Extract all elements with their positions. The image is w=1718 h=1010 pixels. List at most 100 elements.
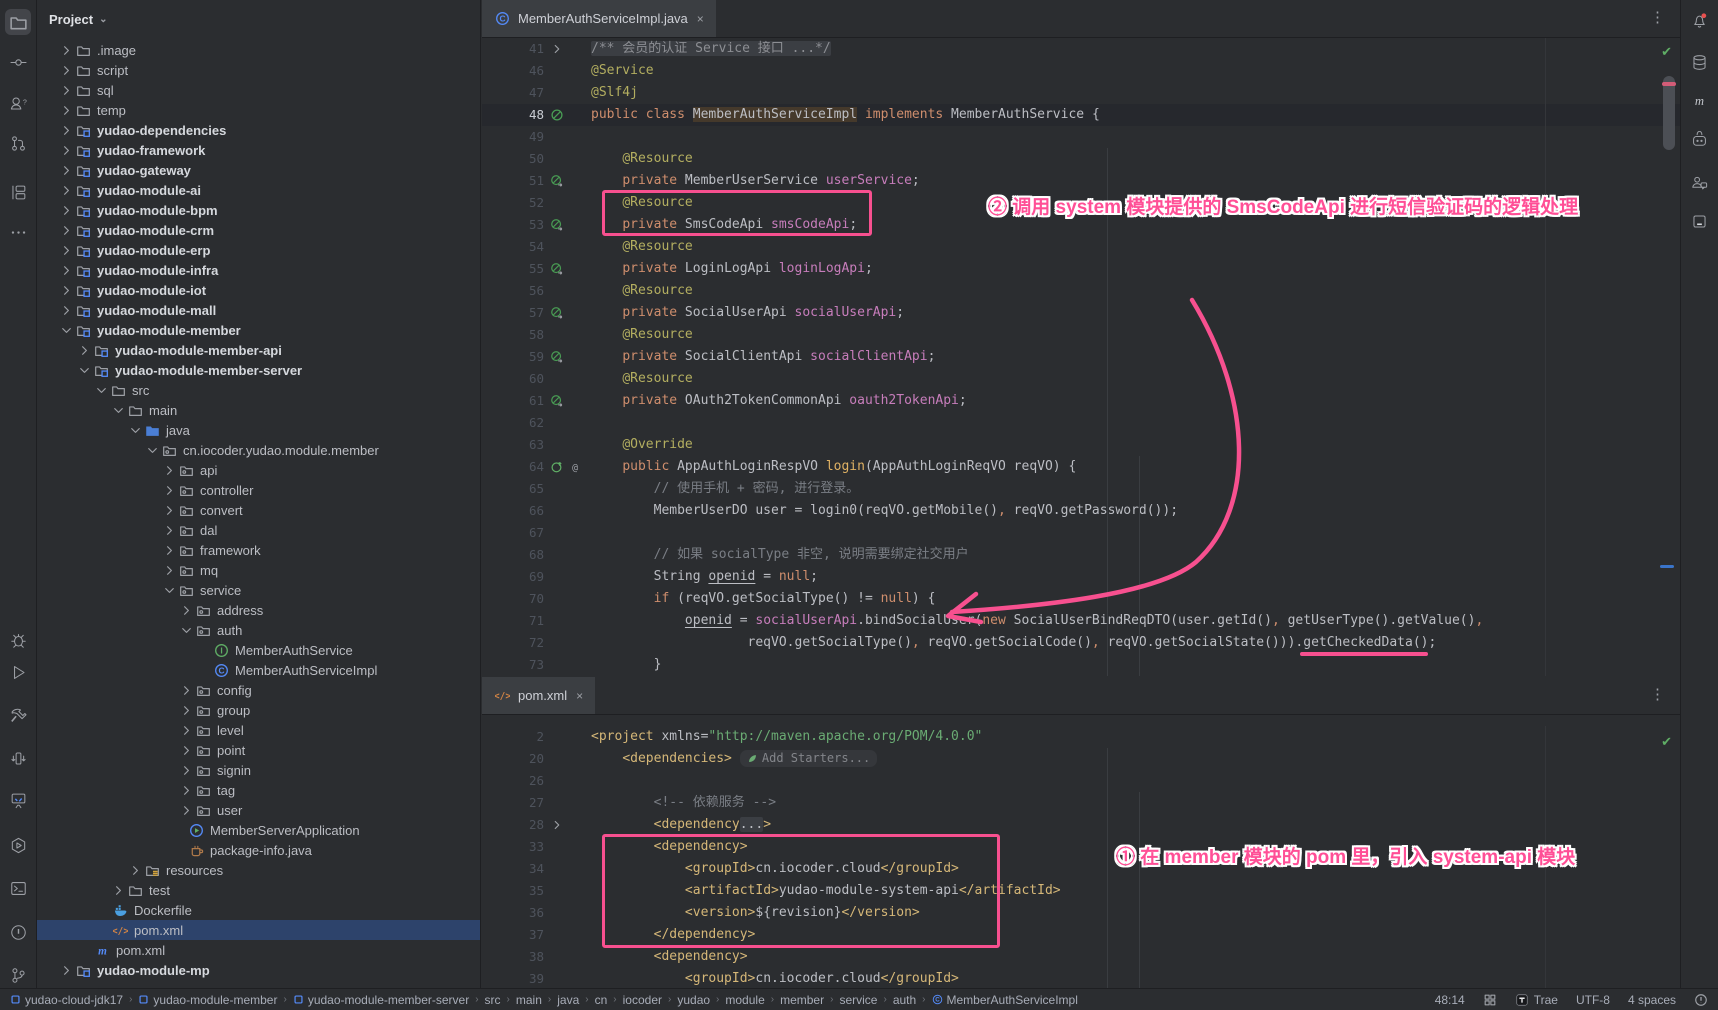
tree-item-resources[interactable]: resources (37, 860, 480, 880)
tree-item-yudao-module-bpm[interactable]: yudao-module-bpm (37, 200, 480, 220)
tree-item-test[interactable]: test (37, 880, 480, 900)
project-folder-icon[interactable] (5, 9, 31, 35)
fold-chevron-icon[interactable] (548, 817, 566, 833)
tree-item-yudao-module-member[interactable]: yudao-module-member (37, 320, 480, 340)
database-icon[interactable] (1687, 49, 1713, 75)
tree-item-config[interactable]: config (37, 680, 480, 700)
structure-icon[interactable] (5, 179, 31, 205)
commit-icon[interactable] (5, 49, 31, 75)
profiler-icon[interactable] (5, 745, 31, 771)
tree-item-group[interactable]: group (37, 700, 480, 720)
tab-pom-xml[interactable]: </> pom.xml × (482, 677, 595, 714)
tree-item-dal[interactable]: dal (37, 520, 480, 540)
tree-item-package-info-java[interactable]: package-info.java (37, 840, 480, 860)
tree-item-yudao-dependencies[interactable]: yudao-dependencies (37, 120, 480, 140)
tree-item-yudao-module-crm[interactable]: yudao-module-crm (37, 220, 480, 240)
tree-item-dockerfile[interactable]: Dockerfile (37, 900, 480, 920)
tab-memberauthserviceimpl-java[interactable]: C MemberAuthServiceImpl.java × (482, 0, 716, 37)
close-tab-icon[interactable]: × (576, 689, 583, 703)
tree-item-convert[interactable]: convert (37, 500, 480, 520)
breadcrumb-item-yudao[interactable]: yudao (677, 993, 710, 1007)
tree-item-point[interactable]: point (37, 740, 480, 760)
run-anything-icon[interactable] (5, 832, 31, 858)
java-code-editor[interactable]: 41/** 会员的认证 Service 接口 ...*/46@Service47… (482, 38, 1680, 676)
project-panel-header[interactable]: Project ⌄ (37, 0, 480, 38)
build-tool-icon[interactable] (1483, 993, 1497, 1007)
tree-item-yudao-module-erp[interactable]: yudao-module-erp (37, 240, 480, 260)
breadcrumb-item-yudao-module-member-server[interactable]: yudao-module-member-server (293, 993, 469, 1007)
beanArrow-gutter-icon[interactable] (548, 217, 566, 233)
tree-item-yudao-module-mp[interactable]: yudao-module-mp (37, 960, 480, 980)
tree-item-yudao-module-infra[interactable]: yudao-module-infra (37, 260, 480, 280)
indent-setting[interactable]: 4 spaces (1628, 993, 1676, 1007)
maven-icon[interactable]: m (1687, 87, 1713, 113)
beanArrow-gutter-icon[interactable] (548, 261, 566, 277)
tree-item-address[interactable]: address (37, 600, 480, 620)
notifications-icon[interactable] (1687, 7, 1713, 33)
ai-assistant-icon[interactable] (1687, 127, 1713, 153)
pom-code-editor[interactable]: 2<project xmlns="http://maven.apache.org… (482, 726, 1680, 988)
at-gutter-icon[interactable]: @ (566, 459, 584, 475)
breadcrumb-item-src[interactable]: src (485, 993, 501, 1007)
more-options-icon[interactable]: ⋮ (1650, 8, 1666, 26)
tree-item-level[interactable]: level (37, 720, 480, 740)
more-tool-windows-icon[interactable] (5, 219, 31, 245)
breadcrumb-item-yudao-cloud-jdk17[interactable]: yudao-cloud-jdk17 (10, 993, 123, 1007)
inspections-ok-icon[interactable]: ✔ (1661, 44, 1672, 60)
caret-position[interactable]: 48:14 (1435, 993, 1465, 1007)
trae-indicator[interactable]: Trae (1515, 993, 1558, 1007)
run-icon[interactable] (5, 659, 31, 685)
tree-item-service[interactable]: service (37, 580, 480, 600)
code-with-me-icon[interactable] (1687, 169, 1713, 195)
breadcrumb-item-cn[interactable]: cn (595, 993, 608, 1007)
tree-item-memberauthserviceimpl[interactable]: CMemberAuthServiceImpl (37, 660, 480, 680)
tree-item-auth[interactable]: auth (37, 620, 480, 640)
breadcrumb-item-iocoder[interactable]: iocoder (623, 993, 662, 1007)
ovr-gutter-icon[interactable] (548, 459, 566, 475)
tree-item--image[interactable]: .image (37, 40, 480, 60)
services-icon[interactable] (5, 787, 31, 813)
tree-item-yudao-framework[interactable]: yudao-framework (37, 140, 480, 160)
version-control-icon[interactable] (5, 962, 31, 988)
terminal-icon[interactable] (5, 875, 31, 901)
beanArrow-gutter-icon[interactable] (548, 393, 566, 409)
tree-item-java[interactable]: java (37, 420, 480, 440)
tree-item-api[interactable]: api (37, 460, 480, 480)
tree-item-memberauthservice[interactable]: IMemberAuthService (37, 640, 480, 660)
tree-item-framework[interactable]: framework (37, 540, 480, 560)
tree-item-pom-xml[interactable]: mpom.xml (37, 940, 480, 960)
tree-item-cn-iocoder-yudao-module-member[interactable]: cn.iocoder.yudao.module.member (37, 440, 480, 460)
breadcrumb-item-service[interactable]: service (839, 993, 877, 1007)
add-starters-inlay[interactable]: Add Starters... (740, 750, 877, 767)
breadcrumb-item-yudao-module-member[interactable]: yudao-module-member (138, 993, 277, 1007)
inspections-ok-icon[interactable]: ✔ (1661, 734, 1672, 750)
error-circle-icon[interactable] (1694, 993, 1708, 1007)
breadcrumb-item-module[interactable]: module (725, 993, 764, 1007)
tree-item-script[interactable]: script (37, 60, 480, 80)
breadcrumb-item-memberauthserviceimpl[interactable]: CMemberAuthServiceImpl (932, 993, 1078, 1007)
breadcrumb-item-auth[interactable]: auth (893, 993, 916, 1007)
bean-gutter-icon[interactable] (548, 107, 566, 123)
tree-item-yudao-gateway[interactable]: yudao-gateway (37, 160, 480, 180)
breadcrumb-item-java[interactable]: java (557, 993, 579, 1007)
tree-item-user[interactable]: user (37, 800, 480, 820)
tree-item-yudao-module-mall[interactable]: yudao-module-mall (37, 300, 480, 320)
tree-item-controller[interactable]: controller (37, 480, 480, 500)
beanArrow-gutter-icon[interactable] (548, 349, 566, 365)
tree-item-sql[interactable]: sql (37, 80, 480, 100)
plugin-panel-icon[interactable] (1687, 208, 1713, 234)
file-encoding[interactable]: UTF-8 (1576, 993, 1610, 1007)
tree-item-yudao-module-member-server[interactable]: yudao-module-member-server (37, 360, 480, 380)
tree-item-yudao-module-member-api[interactable]: yudao-module-member-api (37, 340, 480, 360)
learn-icon[interactable]: ? (5, 90, 31, 116)
pull-requests-icon[interactable] (5, 130, 31, 156)
tree-item-main[interactable]: main (37, 400, 480, 420)
tree-item-signin[interactable]: signin (37, 760, 480, 780)
tree-item-mq[interactable]: mq (37, 560, 480, 580)
problems-icon[interactable] (5, 919, 31, 945)
breadcrumb-item-member[interactable]: member (780, 993, 824, 1007)
fold-chevron-icon[interactable] (548, 41, 566, 57)
more-options-icon[interactable]: ⋮ (1650, 685, 1666, 703)
debug-icon[interactable] (5, 627, 31, 653)
beanArrow-gutter-icon[interactable] (548, 173, 566, 189)
